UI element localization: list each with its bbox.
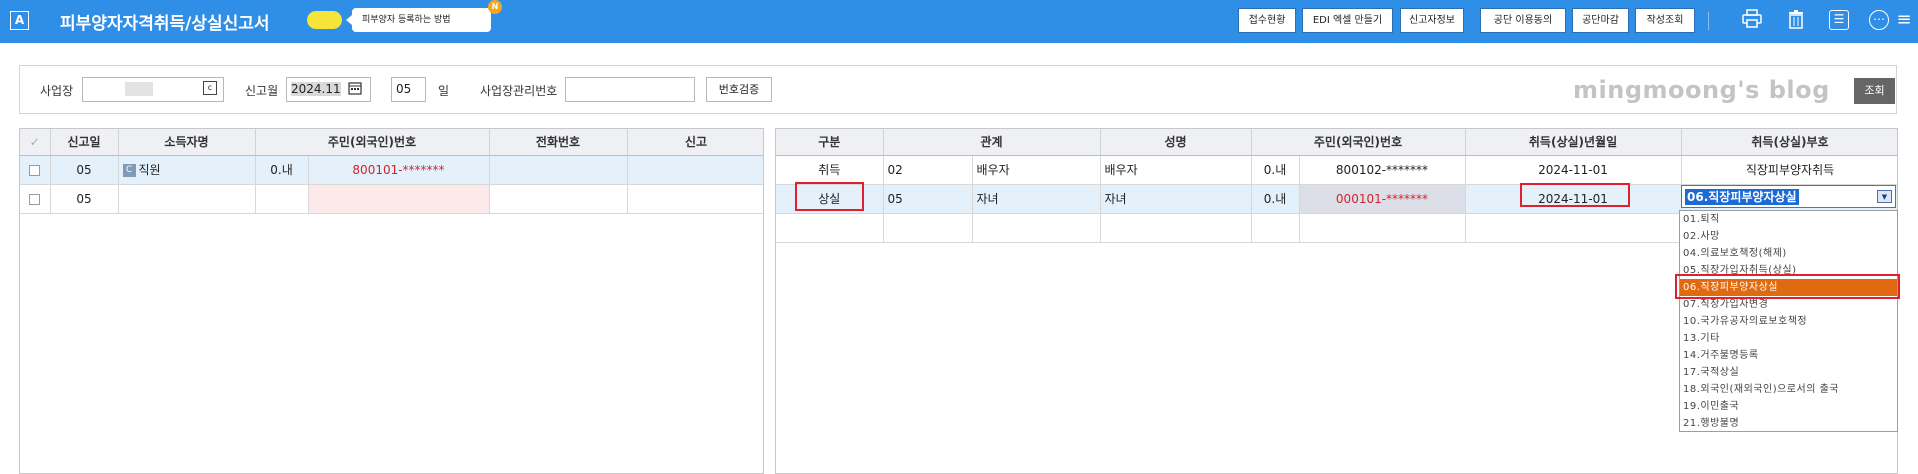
dropdown-option[interactable]: 14.거주불명등록 — [1680, 347, 1897, 364]
col-earner-name: 소득자명 — [118, 129, 256, 156]
table-row[interactable]: 05 C 직원 0.내 800101-******* — [20, 155, 763, 185]
toolbar-divider — [1708, 12, 1709, 30]
col-phone: 전화번호 — [489, 129, 628, 156]
workplace-masked-value — [125, 82, 153, 96]
row-checkbox[interactable] — [29, 164, 41, 176]
row-nationality: 0.내 — [1251, 184, 1300, 214]
table-row[interactable]: 취득 02 배우자 배우자 0.내 800102-******* 2024-11… — [776, 155, 1897, 185]
row-nationality: 0.내 — [255, 155, 309, 185]
row-day: 05 — [50, 184, 119, 214]
table-row[interactable]: 05 — [20, 184, 763, 214]
dropdown-option[interactable]: 13.기타 — [1680, 330, 1897, 347]
calendar-icon[interactable] — [348, 81, 362, 98]
receipt-status-button[interactable]: 접수현황 — [1238, 8, 1296, 33]
loss-code-selected-value: 06.직장피부양자상실 — [1685, 189, 1799, 205]
row-name — [118, 184, 256, 214]
dropdown-option[interactable]: 10.국가유공자의료보호책정 — [1680, 313, 1897, 330]
col-resident-number: 주민(외국인)번호 — [1251, 129, 1466, 156]
blog-watermark: mingmoong's blog — [1573, 76, 1830, 104]
row-relation-code: 05 — [883, 184, 973, 214]
dropdown-option[interactable]: 17.국적상실 — [1680, 364, 1897, 381]
nhis-consent-button[interactable]: 공단 이용동의 — [1480, 8, 1566, 33]
dropdown-option[interactable]: 21.행방불명 — [1680, 415, 1897, 432]
select-all-header[interactable]: ✓ — [20, 129, 51, 156]
row-dependent-name: 자녀 — [1100, 184, 1252, 214]
workplace-label: 사업장 — [40, 84, 74, 98]
app-logo: A — [10, 11, 29, 30]
dropdown-option[interactable]: 02.사망 — [1680, 228, 1897, 245]
row-checkbox[interactable] — [29, 193, 41, 205]
row-date: 2024-11-01 — [1465, 155, 1682, 185]
row-report — [627, 184, 763, 214]
row-nationality: 0.내 — [1251, 155, 1300, 185]
reporter-info-button[interactable]: 신고자정보 — [1400, 8, 1464, 33]
row-name: 직원 — [138, 163, 161, 177]
dropdown-option[interactable]: 19.이민출국 — [1680, 398, 1897, 415]
kind-highlight — [795, 182, 864, 211]
report-month-label: 신고월 — [245, 84, 279, 98]
row-phone — [489, 184, 628, 214]
edi-excel-button[interactable]: EDI 엑셀 만들기 — [1302, 8, 1393, 33]
row-resident-number: 800102-******* — [1299, 155, 1466, 185]
col-dependent-name: 성명 — [1100, 129, 1252, 156]
row-relation-name: 배우자 — [972, 155, 1101, 185]
col-code: 취득(상실)부호 — [1681, 129, 1897, 156]
dropdown-option[interactable]: 01.퇴직 — [1680, 211, 1897, 228]
checklist-icon[interactable]: ☰ — [1829, 10, 1849, 30]
row-code: 직장피부양자취득 — [1681, 155, 1897, 185]
history-search-button[interactable]: 작성조회 — [1635, 8, 1695, 33]
settings-icon[interactable]: ⋯ — [1869, 10, 1889, 30]
filter-panel: 사업장 c 신고월 2024.11 05 일 사업장관리번호 번호검증 ming… — [19, 65, 1897, 114]
col-report-day: 신고일 — [50, 129, 119, 156]
row-relation-code: 02 — [883, 155, 973, 185]
nhis-close-button[interactable]: 공단마감 — [1572, 8, 1629, 33]
row-kind: 취득 — [776, 155, 884, 185]
day-label: 일 — [438, 84, 450, 98]
dropdown-option[interactable]: 04.의료보호책정(해제) — [1680, 245, 1897, 262]
menu-icon[interactable]: ≡ — [1892, 8, 1916, 32]
help-toggle[interactable] — [307, 11, 342, 29]
col-date: 취득(상실)년월일 — [1465, 129, 1682, 156]
loss-code-select[interactable]: 06.직장피부양자상실 ▼ — [1681, 185, 1896, 208]
help-tooltip[interactable]: 피부양자 등록하는 방법 — [346, 8, 491, 32]
report-month-value: 2024.11 — [291, 82, 341, 96]
row-nationality — [255, 184, 309, 214]
row-phone — [489, 155, 628, 185]
verify-number-button[interactable]: 번호검증 — [706, 77, 772, 102]
workplace-mgmt-number-label: 사업장관리번호 — [480, 84, 558, 98]
new-badge: N — [488, 0, 502, 14]
help-tooltip-text: 피부양자 등록하는 방법 — [362, 15, 451, 25]
col-relation: 관계 — [883, 129, 1101, 156]
dropdown-option[interactable]: 18.외국인(재외국인)으로서의 출국 — [1680, 381, 1897, 398]
row-day: 05 — [50, 155, 119, 185]
printer-icon[interactable] — [1740, 8, 1764, 32]
row-resident-number: 000101-******* — [1299, 184, 1466, 214]
loss-code-dropdown: 01.퇴직 02.사망 04.의료보호책정(해제) 05.직장가입자취득(상실)… — [1679, 210, 1898, 432]
title-bar: A 피부양자자격취득/상실신고서 피부양자 등록하는 방법 N 접수현황 EDI… — [0, 0, 1918, 43]
col-kind: 구분 — [776, 129, 884, 156]
row-dependent-name: 배우자 — [1100, 155, 1252, 185]
col-resident-number: 주민(외국인)번호 — [255, 129, 490, 156]
row-resident-number: 800101-******* — [308, 155, 490, 185]
date-highlight — [1520, 183, 1630, 207]
employee-grid: ✓ 신고일 소득자명 주민(외국인)번호 전화번호 신고 05 C 직원 0.내 … — [19, 128, 764, 474]
page-title: 피부양자자격취득/상실신고서 — [60, 14, 270, 34]
col-report: 신고 — [627, 129, 763, 156]
row-report — [627, 155, 763, 185]
trash-icon[interactable] — [1784, 8, 1808, 32]
query-button[interactable]: 조회 — [1854, 78, 1895, 104]
workplace-picker-icon[interactable]: c — [203, 81, 217, 95]
row-relation-name: 자녀 — [972, 184, 1101, 214]
workplace-mgmt-number-field[interactable] — [565, 77, 695, 102]
option-highlight — [1675, 274, 1900, 299]
row-resident-number[interactable] — [308, 184, 490, 214]
chevron-down-icon[interactable]: ▼ — [1877, 190, 1892, 203]
employee-type-icon: C — [122, 164, 136, 177]
report-day-field[interactable]: 05 — [391, 77, 426, 102]
